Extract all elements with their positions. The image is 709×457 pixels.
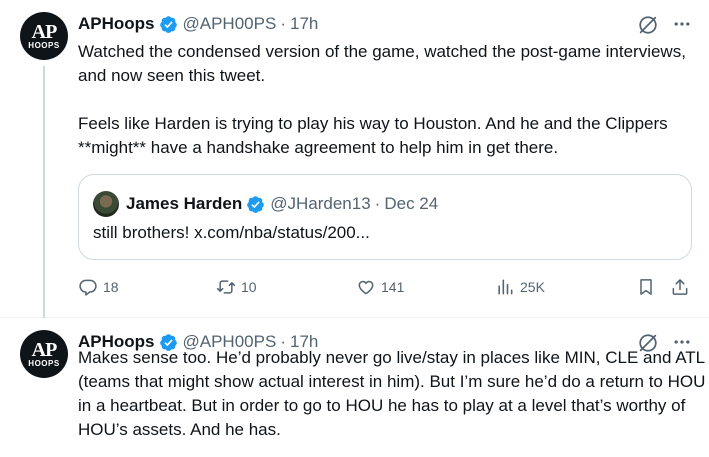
tweet-header: APHoops @APH00PS · 17h [78,12,318,36]
tweet-text: Watched the condensed version of the gam… [78,42,686,157]
quoted-tweet-text: still brothers! x.com/nba/status/200... [93,223,370,242]
quoted-tweet-header: James Harden @JHarden13 · Dec 24 [126,191,438,217]
quoted-avatar[interactable] [93,191,119,217]
views-button[interactable]: 25K [495,274,545,300]
quoted-author-name: James Harden [126,194,243,213]
share-button[interactable] [670,274,695,300]
tweet-actions: 18 10 141 25K [78,274,698,300]
avatar-logo-text-bottom: HOOPS [28,40,60,50]
verified-badge-icon [247,195,265,213]
retweet-button[interactable]: 10 [216,274,257,300]
share-icon [672,279,688,295]
thread-line [43,66,45,318]
tweet[interactable]: AP HOOPS APHoops @APH00PS · 17h Watched … [0,0,709,318]
quoted-tweet[interactable]: James Harden @JHarden13 · Dec 24 still b… [78,174,692,260]
like-button[interactable]: 141 [356,274,404,300]
avatar-logo-text-top: AP [31,338,58,361]
timestamp[interactable]: 17h [290,14,318,34]
views-count: 25K [520,279,545,295]
bookmark-icon [640,279,652,295]
avatar[interactable]: AP HOOPS [20,330,68,378]
views-icon [498,279,513,295]
reply-count: 18 [103,279,119,295]
bookmark-button[interactable] [636,274,661,300]
like-count: 141 [381,279,405,295]
grok-icon[interactable] [637,14,659,36]
separator-dot: · [374,194,381,213]
retweet-count: 10 [241,279,257,295]
author-name[interactable]: APHoops [78,14,155,34]
reply-icon [79,279,97,296]
quoted-author-handle: @JHarden13 [270,194,371,213]
reply-button[interactable]: 18 [78,274,119,300]
avatar-logo-text-top: AP [31,20,58,43]
tweet[interactable]: AP HOOPS APHoops @APH00PS · 17h Makes se… [0,318,709,457]
tweet-text: Makes sense too. He’d probably never go … [78,348,706,439]
avatar-logo-text-bottom: HOOPS [28,358,60,368]
like-icon [358,280,374,295]
avatar[interactable]: AP HOOPS [20,12,68,60]
quoted-date: Dec 24 [384,194,439,213]
retweet-icon [216,280,236,294]
more-icon[interactable] [672,14,692,34]
verified-badge-icon[interactable] [159,15,178,34]
separator-dot: · [280,14,286,33]
author-handle[interactable]: @APH00PS [183,14,277,34]
